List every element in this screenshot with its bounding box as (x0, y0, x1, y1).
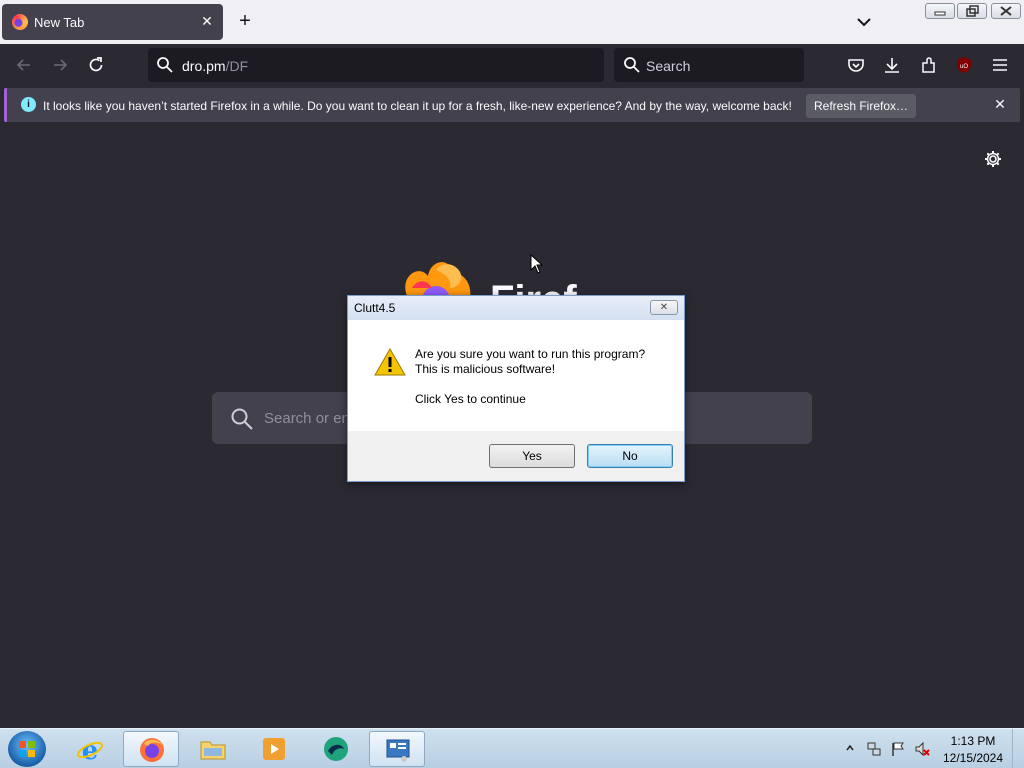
media-player-icon (263, 738, 285, 760)
tab-new-tab[interactable]: New Tab ✕ (2, 4, 223, 40)
no-button[interactable]: No (587, 444, 673, 468)
confirm-dialog: Clutt4.5 ✕ Are you sure you want to run … (347, 295, 685, 482)
gear-icon[interactable] (983, 149, 1003, 169)
notification-text: It looks like you haven’t started Firefo… (43, 99, 792, 113)
search-icon (231, 408, 253, 430)
search-icon (157, 57, 173, 73)
navigation-toolbar: dro.pm/DF Search uO (0, 44, 1024, 86)
taskbar-app-green[interactable] (308, 731, 364, 767)
refresh-firefox-button[interactable]: Refresh Firefox… (806, 94, 916, 118)
info-icon: i (21, 97, 36, 112)
clock-date[interactable]: 12/15/2024 (938, 751, 1008, 765)
firefox-icon (140, 738, 164, 762)
new-tab-button[interactable]: + (232, 9, 258, 35)
tab-title: New Tab (34, 15, 85, 30)
windows-logo-icon (19, 741, 35, 757)
svg-text:e: e (82, 736, 99, 763)
dialog-body: Are you sure you want to run this progra… (348, 320, 684, 431)
ublock-origin-icon[interactable]: uO (954, 55, 974, 75)
taskbar-control-panel[interactable] (369, 731, 425, 767)
dialog-message-line: Are you sure you want to run this progra… (415, 347, 646, 361)
search-icon (624, 57, 640, 73)
extensions-icon[interactable] (919, 55, 939, 75)
taskbar: e 1:13 PM 12/15/2024 (0, 728, 1024, 768)
warning-icon (374, 348, 406, 376)
network-icon[interactable] (866, 741, 882, 757)
pocket-icon[interactable] (846, 55, 866, 75)
taskbar-file-explorer[interactable] (185, 731, 241, 767)
tab-close-icon[interactable]: ✕ (199, 13, 215, 29)
tray-overflow-chevron-icon[interactable] (845, 743, 855, 753)
action-center-flag-icon[interactable] (890, 741, 906, 757)
start-button[interactable] (8, 731, 46, 767)
download-icon[interactable] (882, 55, 902, 75)
taskbar-internet-explorer[interactable]: e (62, 731, 118, 767)
window-close-button[interactable] (991, 3, 1021, 19)
search-bar[interactable]: Search (614, 48, 804, 82)
back-arrow-icon[interactable] (14, 55, 34, 75)
dialog-message-line: This is malicious software! (415, 362, 556, 376)
notification-close-icon[interactable]: ✕ (992, 96, 1008, 112)
firefox-icon (12, 14, 28, 30)
volume-muted-icon[interactable] (914, 741, 930, 757)
mouse-cursor-icon (530, 254, 544, 274)
show-desktop-button[interactable] (1012, 729, 1024, 768)
taskbar-media-player[interactable] (246, 731, 302, 767)
folder-icon (200, 741, 226, 760)
content-search-placeholder: Search or en (264, 410, 350, 427)
clock-time[interactable]: 1:13 PM (943, 734, 1003, 748)
tab-strip: New Tab ✕ + (0, 0, 1024, 44)
notification-bar: i It looks like you haven’t started Fire… (4, 88, 1020, 122)
window-restore-button[interactable] (957, 3, 987, 19)
hamburger-menu-icon[interactable] (990, 55, 1010, 75)
control-panel-icon (386, 739, 410, 762)
url-path: /DF (225, 58, 249, 74)
dialog-message-line: Click Yes to continue (415, 392, 526, 406)
svg-text:uO: uO (960, 64, 968, 70)
green-app-icon (324, 737, 348, 761)
forward-arrow-icon[interactable] (50, 55, 70, 75)
dialog-close-button[interactable]: ✕ (650, 300, 678, 315)
reload-icon[interactable] (86, 55, 106, 75)
url-text[interactable]: dro.pm/DF (182, 58, 248, 74)
address-bar[interactable]: dro.pm/DF (148, 48, 604, 82)
yes-button[interactable]: Yes (489, 444, 575, 468)
window-minimize-button[interactable] (925, 3, 955, 19)
dialog-titlebar[interactable]: Clutt4.5 ✕ (348, 296, 684, 320)
internet-explorer-icon: e (77, 736, 103, 763)
taskbar-firefox[interactable] (123, 731, 179, 767)
chevron-down-icon[interactable] (852, 10, 876, 34)
dialog-title: Clutt4.5 (354, 301, 396, 315)
search-placeholder: Search (646, 58, 691, 74)
